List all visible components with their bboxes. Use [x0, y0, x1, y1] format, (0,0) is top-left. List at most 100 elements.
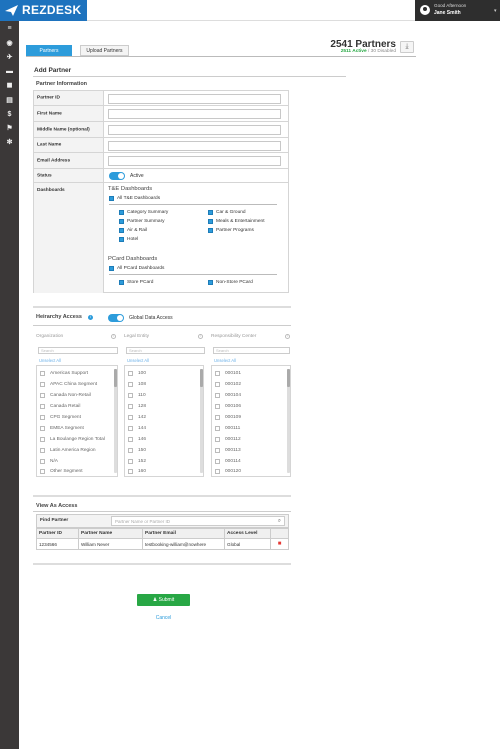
app-logo[interactable]: REZDESK	[0, 0, 87, 21]
list-checkbox[interactable]	[215, 459, 220, 464]
list-item[interactable]: Canada Retail	[50, 404, 80, 409]
list-checkbox[interactable]	[215, 437, 220, 442]
list-item[interactable]: APAC China Segment	[50, 382, 97, 387]
list-checkbox[interactable]	[215, 393, 220, 398]
scrollbar[interactable]	[114, 369, 117, 473]
list-item[interactable]: CPG Segment	[50, 415, 81, 420]
list-item[interactable]: 000106	[225, 404, 241, 409]
all-te-checkbox[interactable]	[109, 196, 114, 201]
tab-partners[interactable]: Partners	[26, 45, 72, 56]
list-item[interactable]: 128	[138, 404, 146, 409]
list-item[interactable]: 000101	[225, 371, 241, 376]
car-ground-checkbox[interactable]	[208, 210, 213, 215]
responsibility-center-search[interactable]: Search	[213, 347, 290, 354]
list-checkbox[interactable]	[40, 426, 45, 431]
list-checkbox[interactable]	[40, 404, 45, 409]
meals-entertainment-checkbox[interactable]	[208, 219, 213, 224]
list-checkbox[interactable]	[40, 382, 45, 387]
category-summary-checkbox[interactable]	[119, 210, 124, 215]
middle-name-input[interactable]	[108, 125, 281, 135]
unselect-all-link[interactable]: Unselect All	[214, 358, 236, 363]
global-access-toggle[interactable]	[108, 314, 124, 322]
find-partner-input[interactable]: Partner Name or Partner ID ⌕	[111, 516, 285, 526]
list-checkbox[interactable]	[128, 382, 133, 387]
all-pcard-checkbox[interactable]	[109, 266, 114, 271]
legal-entity-search[interactable]: Search	[126, 347, 205, 354]
unselect-all-link[interactable]: Unselect All	[39, 358, 61, 363]
user-menu[interactable]: Good Afternoon Jane Smith ▾	[415, 0, 500, 21]
info-icon[interactable]: i	[285, 334, 290, 339]
list-checkbox[interactable]	[40, 393, 45, 398]
car-icon[interactable]: ◼	[5, 81, 14, 90]
list-item[interactable]: 150	[138, 448, 146, 453]
list-checkbox[interactable]	[128, 415, 133, 420]
list-item[interactable]: Canada Non-Retail	[50, 393, 91, 398]
list-item[interactable]: N/A	[50, 459, 58, 464]
list-item[interactable]: 000104	[225, 393, 241, 398]
air-rail-checkbox[interactable]	[119, 228, 124, 233]
dashboard-icon[interactable]: ◉	[5, 39, 14, 48]
partner-summary-checkbox[interactable]	[119, 219, 124, 224]
unselect-all-link[interactable]: Unselect All	[127, 358, 149, 363]
list-item[interactable]: 000111	[225, 426, 240, 431]
list-item[interactable]: 000113	[225, 448, 241, 453]
list-checkbox[interactable]	[128, 393, 133, 398]
download-button[interactable]: ⤓	[400, 41, 414, 53]
list-item[interactable]: 144	[138, 426, 146, 431]
list-checkbox[interactable]	[40, 469, 45, 474]
list-checkbox[interactable]	[215, 448, 220, 453]
list-checkbox[interactable]	[215, 404, 220, 409]
list-checkbox[interactable]	[215, 382, 220, 387]
partner-id-input[interactable]	[108, 94, 281, 104]
scrollbar[interactable]	[200, 369, 203, 473]
list-item[interactable]: 110	[138, 393, 146, 398]
info-icon[interactable]: i	[88, 315, 93, 320]
scrollbar[interactable]	[287, 369, 290, 473]
info-icon[interactable]: i	[111, 334, 116, 339]
partner-programs-checkbox[interactable]	[208, 228, 213, 233]
settings-icon[interactable]: ✻	[5, 138, 14, 147]
document-icon[interactable]: ▤	[5, 96, 14, 105]
list-checkbox[interactable]	[215, 426, 220, 431]
organization-search[interactable]: Search	[38, 347, 118, 354]
non-store-pcard-checkbox[interactable]	[208, 280, 213, 285]
list-checkbox[interactable]	[40, 437, 45, 442]
list-item[interactable]: 000109	[225, 415, 241, 420]
info-icon[interactable]: i	[198, 334, 203, 339]
list-checkbox[interactable]	[128, 437, 133, 442]
submit-button[interactable]: ♟ Submit	[137, 594, 190, 606]
hotel-icon[interactable]: ▬	[5, 67, 14, 76]
money-icon[interactable]: $	[5, 110, 14, 119]
first-name-input[interactable]	[108, 109, 281, 119]
list-checkbox[interactable]	[128, 448, 133, 453]
menu-icon[interactable]: ≡	[5, 24, 14, 33]
list-item[interactable]: 000102	[225, 382, 241, 387]
email-input[interactable]	[108, 156, 281, 166]
list-checkbox[interactable]	[40, 371, 45, 376]
store-pcard-checkbox[interactable]	[119, 280, 124, 285]
list-checkbox[interactable]	[40, 448, 45, 453]
list-checkbox[interactable]	[215, 371, 220, 376]
list-checkbox[interactable]	[215, 469, 220, 474]
list-item[interactable]: 146	[138, 437, 146, 442]
tab-upload-partners[interactable]: Upload Partners	[80, 45, 129, 56]
delete-icon[interactable]: ■	[271, 539, 288, 550]
list-item[interactable]: Latin America Region	[50, 448, 96, 453]
list-item[interactable]: 000112	[225, 437, 241, 442]
list-checkbox[interactable]	[128, 371, 133, 376]
cancel-link[interactable]: Cancel	[137, 615, 190, 621]
list-item[interactable]: 160	[138, 469, 146, 474]
list-item[interactable]: 142	[138, 415, 146, 420]
list-checkbox[interactable]	[40, 459, 45, 464]
list-checkbox[interactable]	[128, 426, 133, 431]
list-checkbox[interactable]	[40, 415, 45, 420]
list-item[interactable]: La Boulange Region Total	[50, 437, 105, 442]
list-checkbox[interactable]	[128, 459, 133, 464]
status-toggle[interactable]	[109, 172, 125, 180]
hotel-checkbox[interactable]	[119, 237, 124, 242]
list-item[interactable]: Americas Support	[50, 371, 88, 376]
list-item[interactable]: 000120	[225, 469, 241, 474]
flight-icon[interactable]: ✈	[5, 53, 14, 62]
list-item[interactable]: 100	[138, 371, 146, 376]
list-item[interactable]: 108	[138, 382, 146, 387]
